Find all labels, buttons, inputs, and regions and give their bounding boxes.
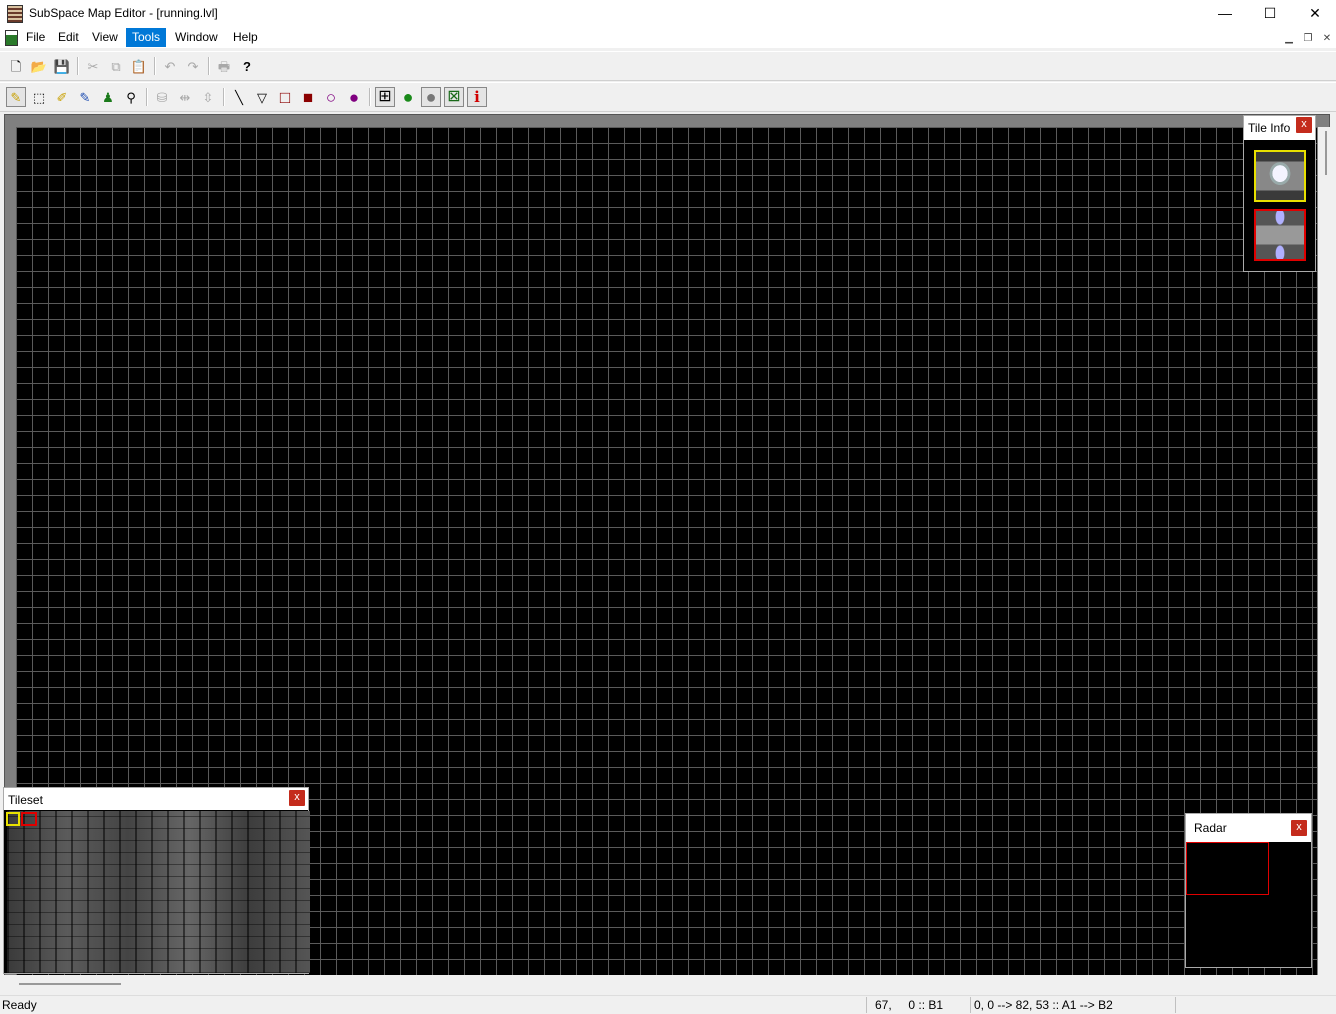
tileset-grid[interactable] — [7, 811, 310, 973]
tileset-close-button[interactable]: x — [289, 790, 305, 806]
selected-left-tile[interactable] — [6, 812, 20, 826]
selection-range: 0, 0 --> 82, 53 :: A1 --> B2 — [974, 998, 1113, 1012]
filled-rectangle-icon[interactable]: ■ — [298, 87, 318, 107]
radar-panel: Radar x — [1185, 813, 1312, 968]
tileset-title: Tileset — [8, 793, 43, 807]
status-text: Ready — [2, 998, 37, 1012]
radar-close-button[interactable]: x — [1291, 820, 1307, 836]
selected-right-tile[interactable] — [21, 812, 37, 826]
status-divider — [970, 997, 971, 1013]
toolbar-separator — [369, 88, 371, 106]
status-divider — [866, 997, 867, 1013]
left-tile-swatch[interactable] — [1254, 150, 1306, 202]
print-icon[interactable]: 🖶 — [214, 56, 234, 76]
mdi-close-button[interactable]: ✕ — [1320, 33, 1334, 45]
bucket-icon[interactable]: ⛁ — [152, 87, 172, 107]
tileset-panel: Tileset x — [3, 787, 310, 974]
tile-info-panel: Tile Info x — [1243, 115, 1316, 272]
menu-help[interactable]: Help — [227, 28, 264, 47]
window-title: SubSpace Map Editor - [running.lvl] — [29, 6, 218, 20]
fill-pencil-icon[interactable]: ✎ — [75, 87, 95, 107]
menu-edit[interactable]: Edit — [52, 28, 85, 47]
title-bar: SubSpace Map Editor - [running.lvl] — ☐ … — [0, 0, 1336, 27]
filled-ellipse-icon[interactable]: ● — [344, 87, 364, 107]
toolbar-separator — [223, 88, 225, 106]
radar-viewport-rect[interactable] — [1186, 842, 1269, 895]
info-icon[interactable]: i — [467, 87, 487, 107]
redo-icon[interactable]: ↷ — [183, 56, 203, 76]
horizontal-scrollbar[interactable] — [0, 975, 1336, 992]
vertical-scrollbar[interactable] — [1318, 127, 1330, 975]
tools-toolbar: ✎ ⬚ ✐ ✎ ♟ ⚲ ⛁ ⇹ ⇳ ╲ ▽ □ ■ ○ ● ⊞ ● ● ⊠ i — [0, 82, 1336, 112]
save-icon[interactable]: 💾 — [52, 56, 72, 76]
line-icon[interactable]: ╲ — [229, 87, 249, 107]
menu-window[interactable]: Window — [169, 28, 224, 47]
tile-info-header: Tile Info x — [1244, 116, 1315, 140]
vertical-scroll-thumb[interactable] — [1325, 131, 1327, 175]
grid-icon[interactable]: ⊞ — [375, 87, 395, 107]
toolbar-separator — [154, 57, 156, 75]
gray-ball-icon[interactable]: ● — [421, 87, 441, 107]
radar-toggle-icon[interactable]: ⊠ — [444, 87, 464, 107]
stamp-icon[interactable]: ♟ — [98, 87, 118, 107]
standard-toolbar: 🗋 📂 💾 ✂ ⧉ 📋 ↶ ↷ 🖶 ? — [0, 51, 1336, 81]
menu-bar: File Edit View Tools Window Help ▁ ❐ ✕ — [0, 27, 1336, 48]
select-icon[interactable]: ⬚ — [29, 87, 49, 107]
tile-info-close-button[interactable]: x — [1296, 117, 1312, 133]
ellipse-icon[interactable]: ○ — [321, 87, 341, 107]
app-icon[interactable] — [7, 5, 23, 23]
status-bar: Ready 67, 0 :: B1 0, 0 --> 82, 53 :: A1 … — [0, 995, 1336, 1014]
status-divider — [1175, 997, 1176, 1013]
close-button[interactable]: ✕ — [1292, 0, 1336, 27]
menu-view[interactable]: View — [86, 28, 124, 47]
menu-tools[interactable]: Tools — [126, 28, 167, 47]
flip-horizontal-icon[interactable]: ⇹ — [175, 87, 195, 107]
toolbar-separator — [208, 57, 210, 75]
cursor-position: 67, 0 :: B1 — [875, 998, 944, 1012]
right-tile-swatch[interactable] — [1254, 209, 1306, 261]
undo-icon[interactable]: ↶ — [160, 56, 180, 76]
rectangle-icon[interactable]: □ — [275, 87, 295, 107]
mdi-restore-button[interactable]: ❐ — [1301, 33, 1315, 45]
document-icon[interactable] — [5, 30, 18, 46]
menu-file[interactable]: File — [20, 28, 51, 47]
mdi-minimize-button[interactable]: ▁ — [1282, 33, 1296, 45]
zoom-icon[interactable]: ⚲ — [121, 87, 141, 107]
toolbar-separator — [77, 57, 79, 75]
horizontal-scroll-thumb[interactable] — [19, 983, 121, 985]
tileset-header: Tileset x — [4, 788, 308, 810]
radar-header: Radar x — [1186, 814, 1311, 842]
new-file-icon[interactable]: 🗋 — [6, 56, 26, 76]
copy-icon[interactable]: ⧉ — [106, 56, 126, 76]
triangle-icon[interactable]: ▽ — [252, 87, 272, 107]
minimize-button[interactable]: — — [1202, 0, 1248, 27]
eyedropper-icon[interactable]: ✐ — [52, 87, 72, 107]
cut-icon[interactable]: ✂ — [83, 56, 103, 76]
maximize-button[interactable]: ☐ — [1247, 0, 1293, 27]
paste-icon[interactable]: 📋 — [129, 56, 149, 76]
green-ball-icon[interactable]: ● — [398, 87, 418, 107]
toolbar-separator — [146, 88, 148, 106]
radar-title: Radar — [1194, 821, 1227, 835]
flip-vertical-icon[interactable]: ⇳ — [198, 87, 218, 107]
pencil-icon[interactable]: ✎ — [6, 87, 26, 107]
help-icon[interactable]: ? — [237, 56, 257, 76]
tile-info-title: Tile Info — [1248, 121, 1291, 135]
open-file-icon[interactable]: 📂 — [29, 56, 49, 76]
